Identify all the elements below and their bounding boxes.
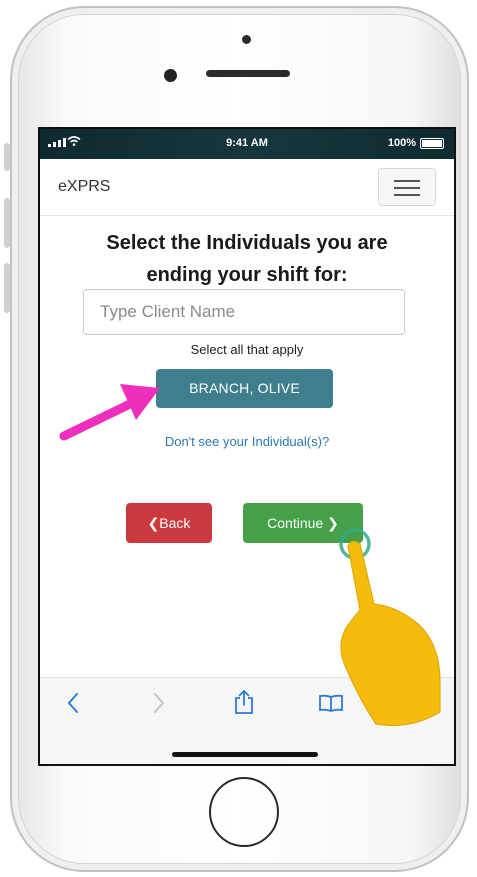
home-indicator <box>172 752 318 757</box>
browser-toolbar <box>40 677 454 764</box>
earpiece-speaker <box>206 70 290 77</box>
chevron-left-icon[interactable] <box>66 692 80 714</box>
home-button[interactable] <box>209 777 279 847</box>
volume-down-button <box>4 263 10 313</box>
back-button[interactable]: ❮Back <box>126 503 212 543</box>
select-hint: Select all that apply <box>190 342 304 357</box>
side-button <box>4 143 10 171</box>
brand-logo[interactable]: eXPRS <box>58 178 110 196</box>
share-icon[interactable] <box>233 689 255 715</box>
top-navbar: eXPRS <box>40 159 454 216</box>
status-bar: 9:41 AM 100% <box>40 129 454 159</box>
client-search-input[interactable] <box>83 289 405 335</box>
chevron-left-icon: ❮ <box>147 515 160 531</box>
page-title: Select the Individuals you are ending yo… <box>50 227 444 291</box>
battery-percent: 100% <box>387 137 416 149</box>
page-title-line-1: Select the Individuals you are <box>106 232 388 254</box>
battery-icon <box>420 138 444 149</box>
phone-screen: 9:41 AM 100% eXPRS Select the Individual… <box>38 127 456 766</box>
volume-up-button <box>4 198 10 248</box>
camera-dot <box>242 35 251 44</box>
hamburger-line <box>394 194 420 196</box>
missing-individual-link[interactable]: Don't see your Individual(s)? <box>40 434 454 449</box>
book-icon[interactable] <box>318 694 344 712</box>
chevron-right-icon[interactable] <box>152 692 166 714</box>
client-branch-olive-button[interactable]: BRANCH, OLIVE <box>156 369 333 408</box>
hamburger-line <box>394 180 420 182</box>
hamburger-line <box>394 187 420 189</box>
back-button-label: Back <box>159 515 191 531</box>
front-camera <box>164 69 177 82</box>
continue-button[interactable]: Continue ❯ <box>243 503 363 543</box>
page-title-line-2: ending your shift for: <box>146 264 348 286</box>
hamburger-menu-button[interactable] <box>378 168 436 206</box>
chevron-right-icon: ❯ <box>327 515 339 531</box>
continue-button-label: Continue <box>267 515 324 531</box>
